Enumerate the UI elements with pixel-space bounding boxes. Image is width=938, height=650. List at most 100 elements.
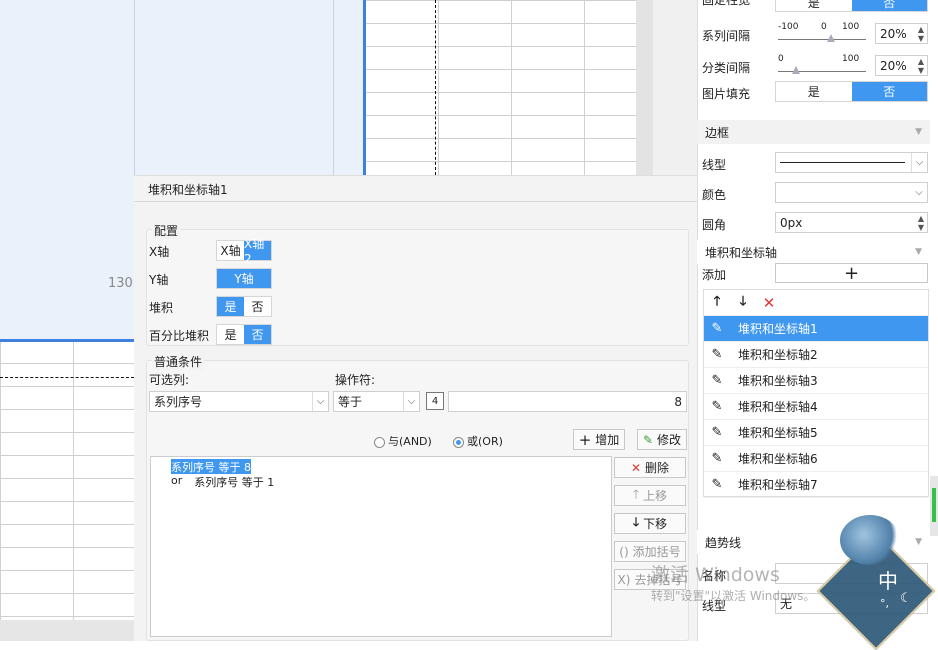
right-scrollbar[interactable] — [930, 476, 938, 536]
chevron-down-icon[interactable]: ⌵ — [312, 392, 328, 411]
condition-legend: 普通条件 — [152, 353, 205, 370]
condition-row[interactable]: or 系列序号 等于 1 — [171, 474, 591, 489]
ime-badge[interactable]: 中 ☾ °, — [816, 515, 936, 650]
or-radio-option[interactable]: 或(OR) — [453, 433, 503, 449]
and-radio-option[interactable]: 与(AND) — [374, 433, 432, 449]
axis-list-item[interactable]: ✎ 堆积和坐标轴5 — [704, 420, 928, 446]
arrow-down-icon: 🡓 — [632, 515, 640, 529]
percent-stack-toggle[interactable]: 是 否 — [216, 324, 272, 345]
value-input[interactable]: 8 — [448, 391, 687, 412]
image-fill-label: 图片填充 — [702, 87, 751, 101]
add-bracket-button[interactable]: () 添加括号 — [614, 541, 686, 562]
percent-no[interactable]: 否 — [244, 325, 271, 344]
axis-list-item[interactable]: ✎ 堆积和坐标轴3 — [704, 368, 928, 394]
x-axis-option-1[interactable]: X轴 — [217, 241, 244, 260]
plus-icon: + — [843, 262, 860, 284]
axis-list-item[interactable]: ✎ 堆积和坐标轴2 — [704, 342, 928, 368]
chevron-down-icon[interactable]: ⌵ — [403, 392, 419, 411]
category-gap-slider[interactable]: 0 100 — [776, 54, 871, 78]
pencil-edit-icon[interactable]: ✎ — [704, 425, 730, 440]
border-section-header[interactable]: 边框 ▼ — [697, 120, 930, 144]
condition-text: 系列序号 等于 8 — [171, 459, 251, 474]
scrollbar-thumb[interactable] — [932, 488, 936, 522]
column-select[interactable]: 系列序号 ⌵ — [149, 391, 329, 412]
image-fill-toggle[interactable]: 是 否 — [775, 81, 928, 102]
bracket-icon: () — [619, 544, 629, 559]
pencil-edit-icon[interactable]: ✎ — [704, 399, 730, 414]
arrow-up-icon[interactable]: 🡑 — [704, 292, 730, 314]
axis-list-item-label: 堆积和坐标轴1 — [738, 322, 818, 336]
flower-decoration-icon — [840, 515, 900, 565]
y-axis-option[interactable]: Y轴 — [217, 269, 271, 288]
spinner-icon[interactable]: ▲ ▼ — [915, 214, 927, 232]
condition-text: 系列序号 等于 1 — [194, 476, 275, 489]
series-gap-slider[interactable]: -100 0 100 — [776, 22, 871, 46]
move-up-button[interactable]: 🡑 上移 — [614, 485, 686, 506]
modify-condition-button[interactable]: ✎ 修改 — [637, 429, 687, 450]
stack-yes[interactable]: 是 — [217, 297, 244, 316]
stack-toggle[interactable]: 是 否 — [216, 296, 272, 317]
pencil-edit-icon[interactable]: ✎ — [704, 373, 730, 388]
slider-thumb[interactable] — [792, 66, 800, 74]
dashed-marker-line — [435, 0, 436, 175]
condition-list[interactable]: 系列序号 等于 8 or 系列序号 等于 1 — [150, 456, 612, 637]
moon-icon: ☾ — [900, 591, 912, 606]
arrow-down-icon[interactable]: 🡓 — [730, 292, 756, 314]
image-fill-yes[interactable]: 是 — [776, 82, 852, 101]
axis-list-item[interactable]: ✎ 堆积和坐标轴6 — [704, 446, 928, 472]
radio-icon[interactable] — [453, 436, 464, 448]
line-type-select[interactable]: ⌵ — [775, 152, 928, 173]
pencil-edit-icon[interactable]: ✎ — [704, 347, 730, 362]
y-axis-toggle[interactable]: Y轴 — [216, 268, 272, 289]
axis-list-item-label: 堆积和坐标轴4 — [738, 400, 818, 414]
collapse-icon[interactable]: ▼ — [915, 127, 922, 137]
fixed-width-toggle[interactable]: 是 否 — [775, 0, 928, 12]
grid-selection-border — [363, 0, 366, 175]
slider-thumb[interactable] — [827, 34, 835, 42]
axis-list-item[interactable]: ✎ 堆积和坐标轴7 — [704, 472, 928, 498]
data-grid-top — [365, 0, 636, 175]
fixed-width-no[interactable]: 否 — [851, 0, 927, 11]
delete-x-icon[interactable]: ✕ — [756, 294, 782, 312]
add-axis-button[interactable]: + — [775, 262, 928, 284]
radio-icon[interactable] — [374, 436, 385, 448]
value-type-button[interactable]: 4 — [426, 392, 444, 410]
axis-list-item[interactable]: ✎ 堆积和坐标轴1 — [704, 316, 928, 342]
x-axis-toggle[interactable]: X轴 X轴2 — [216, 237, 272, 266]
activation-watermark-subtitle: 转到"设置"以激活 Windows。 — [651, 589, 816, 603]
add-label: 添加 — [702, 268, 727, 282]
add-condition-button[interactable]: + 增加 — [573, 429, 625, 450]
bottom-scrollbar[interactable] — [0, 620, 134, 641]
category-gap-input[interactable]: 20% ▲ ▼ — [875, 55, 928, 76]
pencil-edit-icon[interactable]: ✎ — [704, 451, 730, 466]
fixed-width-yes[interactable]: 是 — [776, 0, 852, 11]
radius-input[interactable]: 0px ▲ ▼ — [775, 212, 928, 233]
color-select[interactable]: ⌵ — [775, 182, 928, 203]
series-gap-input[interactable]: 20% ▲ ▼ — [875, 23, 928, 44]
pencil-edit-icon[interactable]: ✎ — [704, 477, 730, 492]
axis-list-item-label: 堆积和坐标轴6 — [738, 452, 818, 466]
list-toolbar: 🡑 🡓 ✕ — [704, 290, 928, 316]
condition-row[interactable]: 系列序号 等于 8 — [171, 459, 591, 474]
chevron-down-icon[interactable]: ⌵ — [911, 183, 927, 202]
spinner-icon[interactable]: ▲ ▼ — [915, 57, 927, 75]
axis-list-item-label: 堆积和坐标轴5 — [738, 426, 818, 440]
image-fill-no[interactable]: 否 — [851, 82, 927, 101]
line-sample — [780, 162, 905, 163]
x-axis-option-2[interactable]: X轴2 — [244, 237, 271, 266]
pencil-edit-icon[interactable]: ✎ — [704, 321, 730, 336]
move-down-button[interactable]: 🡓 下移 — [614, 513, 686, 534]
move-down-label: 下移 — [643, 517, 668, 531]
operator-select[interactable]: 等于 ⌵ — [333, 391, 420, 412]
stack-section-header[interactable]: 堆积和坐标轴 ▼ — [697, 240, 930, 264]
percent-yes[interactable]: 是 — [217, 325, 244, 344]
chevron-down-icon[interactable]: ⌵ — [911, 153, 927, 172]
stack-no[interactable]: 否 — [244, 297, 271, 316]
delete-condition-button[interactable]: ✕ 删除 — [614, 457, 686, 478]
edit-icon: ✎ — [642, 432, 654, 447]
axis-list-item-label: 堆积和坐标轴2 — [738, 348, 818, 362]
collapse-icon[interactable]: ▼ — [915, 247, 922, 257]
axis-list-item[interactable]: ✎ 堆积和坐标轴4 — [704, 394, 928, 420]
and-label: 与(AND) — [388, 435, 432, 448]
spinner-icon[interactable]: ▲ ▼ — [915, 25, 927, 43]
